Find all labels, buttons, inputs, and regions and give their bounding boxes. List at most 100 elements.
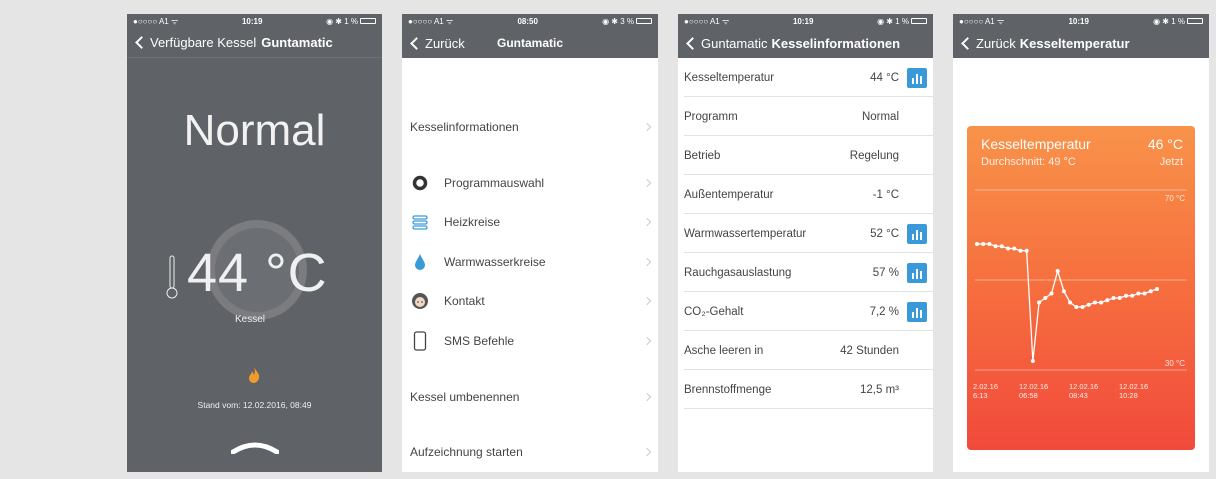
data-point[interactable] — [1018, 248, 1023, 253]
info-row: Betrieb Regelung — [678, 136, 933, 175]
chevron-right-icon — [642, 257, 652, 267]
info-row[interactable]: Rauchgasauslastung 57 % — [678, 253, 933, 292]
x-tick-label: 12.02.16 08:43 — [1069, 382, 1098, 400]
timestamp: Stand vom: 12.02.2016, 08:49 — [197, 400, 312, 410]
data-point[interactable] — [1117, 296, 1122, 300]
carrier-signal: ●○○○○ A1 ᯤ — [684, 16, 730, 26]
chevron-left-icon — [410, 36, 423, 50]
status-bar: ●○○○○ A1 ᯤ 08:50 ◉ ✱ 3 % — [402, 14, 658, 28]
back-label: Verfügbare Kessel — [150, 35, 257, 50]
info-row[interactable]: CO₂-Gehalt 7,2 % — [678, 292, 933, 331]
data-point[interactable] — [1148, 289, 1153, 294]
info-row: Außentemperatur -1 °C — [678, 175, 933, 214]
data-point[interactable] — [1030, 359, 1035, 363]
data-point[interactable] — [993, 244, 998, 249]
menu-item-heizkreise[interactable]: Heizkreise — [410, 207, 652, 237]
status-bar: ●○○○○ A1 ᯤ 10:19 ◉ ✱ 1 % — [127, 14, 382, 28]
chevron-right-icon — [642, 178, 652, 188]
battery-indicator: ◉ ✱ 1 % — [1153, 17, 1203, 26]
menu-item-label: Warmwasserkreise — [444, 255, 546, 269]
chevron-left-icon — [135, 36, 148, 49]
data-point[interactable] — [999, 244, 1004, 249]
temperature-line-chart[interactable]: 70 °C 30 °C — [967, 126, 1195, 450]
data-point[interactable] — [1049, 291, 1054, 296]
menu-item-sms-befehle[interactable]: SMS Befehle — [410, 326, 652, 356]
back-button[interactable]: Zurück — [410, 36, 465, 51]
data-point[interactable] — [1024, 248, 1029, 253]
data-point[interactable] — [1080, 305, 1085, 309]
x-tick-time: 06:58 — [1019, 391, 1038, 400]
data-point[interactable] — [1123, 293, 1128, 298]
data-point[interactable] — [1086, 302, 1091, 307]
data-point[interactable] — [1074, 305, 1079, 309]
data-point[interactable] — [1136, 291, 1141, 296]
x-tick-label: 2.02.16 6:13 — [973, 382, 998, 400]
flame-icon — [249, 367, 260, 383]
nav-title: Kesselinformationen — [771, 35, 901, 51]
battery-indicator: ◉ ✱ 1 % — [877, 17, 927, 26]
info-list: Kesseltemperatur 44 °C Programm Normal Betri… — [678, 58, 933, 409]
x-tick-date: 12.02.16 — [1069, 382, 1099, 391]
menu-item-label: Aufzeichnung starten — [410, 445, 523, 459]
data-point[interactable] — [1055, 269, 1060, 273]
menu-item-aufzeichnung-starten[interactable]: Aufzeichnung starten — [410, 437, 652, 467]
info-label: Asche leeren in — [684, 344, 764, 357]
screen-menu: ●○○○○ A1 ᯤ 08:50 ◉ ✱ 3 % Zurück Guntamat… — [402, 14, 658, 472]
info-row[interactable]: Warmwassertemperatur 52 °C — [678, 214, 933, 253]
data-point[interactable] — [1043, 296, 1048, 300]
phone-icon — [410, 331, 430, 351]
menu-item-label: Programmauswahl — [444, 176, 545, 190]
menu-item-programmauswahl[interactable]: Programmauswahl — [410, 168, 652, 198]
data-point[interactable] — [1155, 287, 1159, 291]
x-tick-date: 2.02.16 — [973, 382, 999, 391]
data-point[interactable] — [1092, 300, 1097, 305]
back-button[interactable]: Guntamatic — [686, 36, 767, 51]
data-point[interactable] — [1012, 246, 1017, 251]
radiator-icon — [410, 212, 430, 232]
data-point[interactable] — [1061, 289, 1066, 294]
menu-item-kessel-umbenennen[interactable]: Kessel umbenennen — [410, 382, 652, 412]
back-button[interactable]: Verfügbare Kessel — [135, 35, 256, 50]
status-time: 10:19 — [1068, 16, 1089, 26]
bar-chart-icon[interactable] — [907, 223, 927, 244]
info-label: Kesseltemperatur — [684, 71, 775, 84]
bar-chart-icon[interactable] — [907, 262, 927, 283]
data-point[interactable] — [987, 242, 992, 246]
boiler-temperature: 44 °C — [187, 243, 328, 303]
menu-item-kesselinformationen[interactable]: Kesselinformationen — [410, 112, 652, 142]
screen-boiler-status: ●○○○○ A1 ᯤ 10:19 ◉ ✱ 1 % Verfügbare Kess… — [127, 14, 382, 472]
data-point[interactable] — [981, 242, 986, 246]
status-time: 10:19 — [792, 16, 814, 26]
info-value: Regelung — [849, 149, 899, 162]
data-point[interactable] — [1111, 296, 1116, 300]
data-point[interactable] — [975, 242, 979, 246]
data-point[interactable] — [1105, 298, 1110, 303]
chevron-right-icon — [642, 217, 652, 227]
nav-title: Guntamatic — [261, 35, 333, 50]
y-tick-label: 70 °C — [1165, 194, 1185, 203]
data-point[interactable] — [1130, 293, 1135, 298]
menu-item-warmwasserkreise[interactable]: Warmwasserkreise — [410, 247, 652, 277]
data-point[interactable] — [1099, 300, 1104, 305]
back-label: Zurück — [425, 35, 465, 51]
x-tick-date: 12.02.16 — [1119, 382, 1149, 391]
data-point[interactable] — [1037, 300, 1042, 305]
data-point[interactable] — [1068, 300, 1073, 305]
data-point[interactable] — [1006, 246, 1011, 251]
chevron-right-icon — [642, 392, 652, 402]
menu-item-label: Kessel umbenennen — [410, 390, 520, 404]
nav-bar: Verfügbare Kessel Guntamatic — [127, 28, 382, 58]
menu-item-label: SMS Befehle — [444, 334, 515, 348]
menu-item-kontakt[interactable]: Kontakt — [410, 286, 652, 316]
back-button[interactable]: Zurück — [961, 36, 1016, 51]
ring-icon — [410, 173, 430, 193]
bar-chart-icon[interactable] — [907, 301, 927, 322]
x-tick-time: 6:13 — [973, 391, 988, 400]
info-row[interactable]: Kesseltemperatur 44 °C — [678, 58, 933, 97]
pull-handle-icon[interactable] — [231, 440, 279, 454]
thermometer-icon — [166, 255, 178, 299]
data-point[interactable] — [1142, 291, 1147, 296]
chevron-right-icon — [642, 447, 652, 457]
bar-chart-icon[interactable] — [907, 67, 927, 88]
screen-temperature-chart: ●○○○○ A1 ᯤ 10:19 ◉ ✱ 1 % Zurück Kesselte… — [953, 14, 1209, 472]
